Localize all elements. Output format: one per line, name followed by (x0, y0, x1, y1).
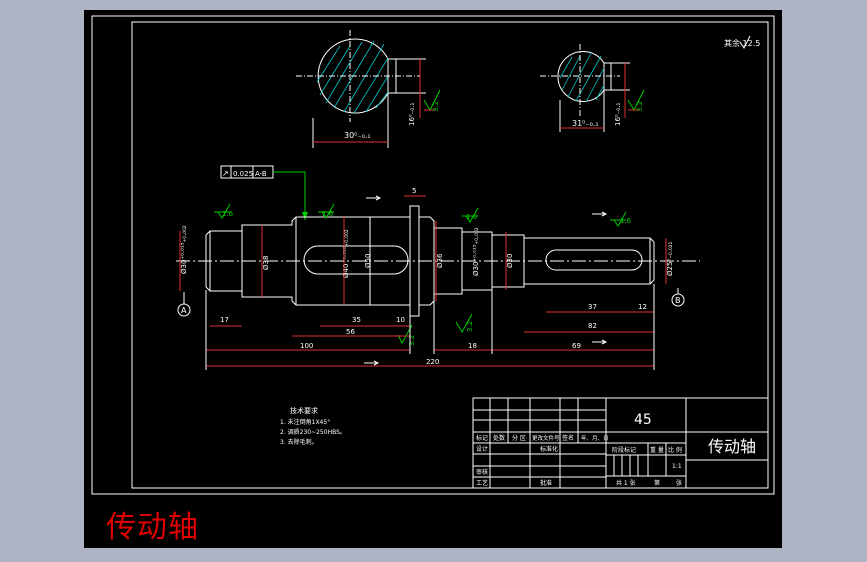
tb-process: 工艺 (476, 479, 488, 487)
tb-standardize: 标准化 (540, 445, 558, 453)
notes-title: 技术要求 (290, 406, 318, 415)
tb-scale-label: 比 例 (668, 446, 682, 454)
tb-sheets-total: 共 1 张 (616, 479, 636, 487)
engineering-drawing: 其余 12.5 30⁰₋₀.₁ 16⁰₋₀.₁ 3.2 31⁰₋₀.₁ 16⁰₋… (91, 15, 775, 495)
side-finish-1: 3.2 (408, 335, 416, 346)
dia-label-6: Ø30⁺⁰·⁰¹⁵₊₀.₀₀₂ (472, 227, 480, 276)
dia-label-2: Ø38 (262, 256, 270, 270)
dim-100: 100 (300, 342, 313, 350)
note-2: 2. 调质230~250HBS。 (280, 428, 346, 436)
technical-notes: 技术要求 1. 未注倒角1X45° 2. 调质230~250HBS。 3. 去除… (280, 406, 346, 446)
length-dim-labels: 5 17 35 10 56 100 220 18 69 37 12 82 (220, 187, 647, 366)
dia-label-4: Ø50 (364, 254, 372, 268)
dim-10: 10 (396, 316, 405, 324)
note-1: 1. 未注倒角1X45° (280, 418, 330, 426)
tb-scale: 1:1 (672, 463, 682, 470)
tb-h5: 签名 (562, 434, 574, 442)
dim-35: 35 (352, 316, 361, 324)
dim-69: 69 (572, 342, 581, 350)
dim-18: 18 (468, 342, 477, 350)
geometric-tolerance-frame: ↗ 0.025 A-B (220, 165, 308, 220)
right-width-dim: 31⁰₋₀.₁ (572, 119, 599, 128)
section-view-right: 31⁰₋₀.₁ 16⁰₋₀.₁ 3.2 (540, 44, 645, 132)
datum-b: B (675, 296, 681, 305)
dim-56: 56 (346, 328, 355, 336)
page-title: 传动轴 (106, 510, 199, 545)
tb-h2: 处数 (493, 434, 505, 442)
section-view-left: 30⁰₋₀.₁ 16⁰₋₀.₁ 3.2 (296, 30, 441, 148)
datum-a: A (181, 306, 187, 315)
finish-1: 1.6 (222, 210, 234, 218)
dim-12: 12 (638, 303, 647, 311)
dim-82: 82 (588, 322, 597, 330)
roughness-note: 其余 12.5 (724, 38, 760, 48)
side-finish-2: 3.2 (466, 321, 474, 332)
tolerance-datum: A-B (255, 170, 267, 178)
tolerance-value: 0.025 (233, 170, 253, 178)
finish-4: 1.6 (620, 217, 632, 225)
tb-approve: 批准 (540, 479, 552, 487)
tb-sheet-unit: 张 (676, 479, 682, 487)
dia-label-8: Ø25⁰₋₀.₀₂₁ (666, 241, 674, 276)
note-3: 3. 去除毛刺。 (280, 438, 318, 446)
dia-label-3: Ø40⁺⁰·⁰¹⁸₊₀.₀₀₂ (342, 229, 350, 278)
tb-material: 45 (634, 412, 652, 428)
tolerance-symbol: ↗ (222, 169, 229, 178)
dia-label-1: Ø30⁺⁰·⁰¹⁵₊₀.₀₀₂ (180, 225, 188, 274)
tb-sheet-no: 第 (654, 479, 660, 487)
dim-220: 220 (426, 358, 439, 366)
left-finish: 3.2 (432, 101, 440, 112)
tb-weight: 重 量 (650, 446, 664, 454)
dim-5: 5 (412, 187, 416, 195)
tb-part-name: 传动轴 (708, 437, 756, 456)
tb-review: 审核 (476, 468, 488, 476)
left-depth-dim: 16⁰₋₀.₁ (408, 103, 416, 126)
length-dimensions (206, 195, 654, 367)
dia-label-7: Ø30 (506, 254, 514, 268)
right-depth-dim: 16⁰₋₀.₁ (614, 103, 622, 126)
tb-stage: 阶段标记 (612, 446, 636, 454)
finish-3: 1.6 (466, 213, 478, 221)
dim-17: 17 (220, 316, 229, 324)
finish-2: 1.6 (322, 210, 334, 218)
tb-h6: 年、月、日 (581, 434, 609, 442)
tb-h3: 分 区 (512, 434, 526, 442)
tb-h1: 标记 (476, 434, 488, 442)
dim-37: 37 (588, 303, 597, 311)
tb-h4: 更改文件号 (532, 434, 560, 442)
tb-design: 设计 (476, 445, 488, 453)
left-width-dim: 30⁰₋₀.₁ (344, 131, 371, 140)
dia-label-5: Ø36 (436, 253, 444, 268)
right-finish: 3.2 (636, 101, 644, 112)
